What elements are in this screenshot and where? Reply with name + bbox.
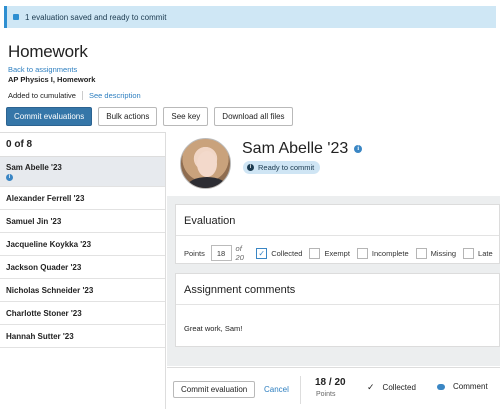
page-title: Homework xyxy=(8,42,88,61)
collected-label: Collected xyxy=(382,383,416,392)
student-name: Sam Abelle '23 xyxy=(6,162,62,172)
cumulative-label: Added to cumulative xyxy=(8,91,76,100)
comment-icon xyxy=(437,383,445,390)
comments-card: Assignment comments Great work, Sam! xyxy=(175,273,500,347)
student-detail: Sam Abelle '23 i i Ready to commit Evalu… xyxy=(167,132,500,409)
student-item[interactable]: Jackson Quader '23 xyxy=(0,256,165,279)
checkbox-label: Missing xyxy=(430,248,457,258)
assignment-meta: Added to cumulative See description xyxy=(8,91,141,100)
checkbox-label: Exempt xyxy=(324,248,350,258)
student-item[interactable]: Alexander Ferrell '23 xyxy=(0,187,165,210)
student-name: Sam Abelle '23 xyxy=(242,140,349,157)
divider xyxy=(176,304,499,305)
checkbox-box xyxy=(463,247,475,259)
course-label: AP Physics I, Homework xyxy=(8,75,96,84)
back-to-assignments-link[interactable]: Back to assignments xyxy=(8,65,141,74)
page-header: Homework Back to assignments AP Physics … xyxy=(8,42,141,100)
points-max: of 20 xyxy=(235,244,244,262)
checkbox-box xyxy=(356,247,368,259)
status-text: Ready to commit xyxy=(258,163,315,172)
divider xyxy=(81,91,83,100)
student-count: 0 of 8 xyxy=(0,133,165,157)
points-label: Points xyxy=(184,248,205,258)
commit-evaluation-button[interactable]: Commit evaluation xyxy=(173,381,256,398)
comments-heading: Assignment comments xyxy=(184,284,296,296)
student-list: 0 of 8 Sam Abelle '23 i Alexander Ferrel… xyxy=(0,132,166,409)
student-item[interactable]: Nicholas Schneider '23 xyxy=(0,279,165,302)
check-icon: ✓ xyxy=(367,382,375,392)
student-item[interactable]: Jacqueline Koykka '23 xyxy=(0,233,165,256)
avatar-body xyxy=(187,177,227,188)
info-icon: i xyxy=(247,164,254,171)
score-value: 18 / 20 xyxy=(315,377,346,388)
status-badge: i Ready to commit xyxy=(243,161,321,174)
status-banner: 1 evaluation saved and ready to commit xyxy=(4,6,496,28)
avatar xyxy=(180,138,231,189)
check-icon: ✓ xyxy=(256,247,268,259)
see-description-link[interactable]: See description xyxy=(89,91,141,100)
points-input[interactable]: 18 xyxy=(210,245,232,261)
see-key-button[interactable]: See key xyxy=(163,107,209,126)
comment-label: Comment xyxy=(453,382,488,391)
evaluation-row: Points 18 of 20 ✓ Collected Exempt Incom… xyxy=(184,244,500,262)
comment-status[interactable]: Comment xyxy=(437,382,488,391)
checkbox-label: Incomplete xyxy=(371,248,409,258)
cancel-link[interactable]: Cancel xyxy=(264,385,289,394)
exempt-checkbox[interactable]: Exempt xyxy=(309,247,350,259)
student-name-heading: Sam Abelle '23 i xyxy=(242,140,363,158)
divider xyxy=(176,235,499,236)
toolbar: Commit evaluations Bulk actions See key … xyxy=(6,107,293,126)
late-checkbox[interactable]: Late xyxy=(463,247,493,259)
student-item-selected[interactable]: Sam Abelle '23 i xyxy=(0,157,165,187)
download-all-files-button[interactable]: Download all files xyxy=(214,107,293,126)
divider xyxy=(300,376,301,404)
checkbox-label: Collected xyxy=(271,248,303,258)
points-label: Points xyxy=(316,391,336,398)
missing-checkbox[interactable]: Missing xyxy=(415,247,457,259)
incomplete-checkbox[interactable]: Incomplete xyxy=(356,247,409,259)
student-item[interactable]: Samuel Jin '23 xyxy=(0,210,165,233)
bulk-actions-button[interactable]: Bulk actions xyxy=(98,107,158,126)
collected-status: ✓ Collected xyxy=(367,382,416,393)
student-item[interactable]: Hannah Sutter '23 xyxy=(0,325,165,348)
commit-evaluations-button[interactable]: Commit evaluations xyxy=(6,107,93,126)
action-footer: Commit evaluation Cancel 18 / 20 Points … xyxy=(167,367,500,409)
collected-checkbox[interactable]: ✓ Collected xyxy=(256,247,303,259)
student-item[interactable]: Charlotte Stoner '23 xyxy=(0,302,165,325)
info-icon: i xyxy=(6,173,13,181)
banner-text: 1 evaluation saved and ready to commit xyxy=(25,12,167,22)
evaluation-heading: Evaluation xyxy=(184,215,236,227)
info-icon xyxy=(13,14,19,20)
checkbox-box xyxy=(415,247,427,259)
evaluation-card: Evaluation Points 18 of 20 ✓ Collected E… xyxy=(175,204,500,264)
info-icon[interactable]: i xyxy=(354,145,363,153)
checkbox-box xyxy=(309,247,321,259)
checkbox-label: Late xyxy=(478,248,493,258)
comment-text[interactable]: Great work, Sam! xyxy=(184,324,242,333)
avatar-face xyxy=(197,151,217,177)
